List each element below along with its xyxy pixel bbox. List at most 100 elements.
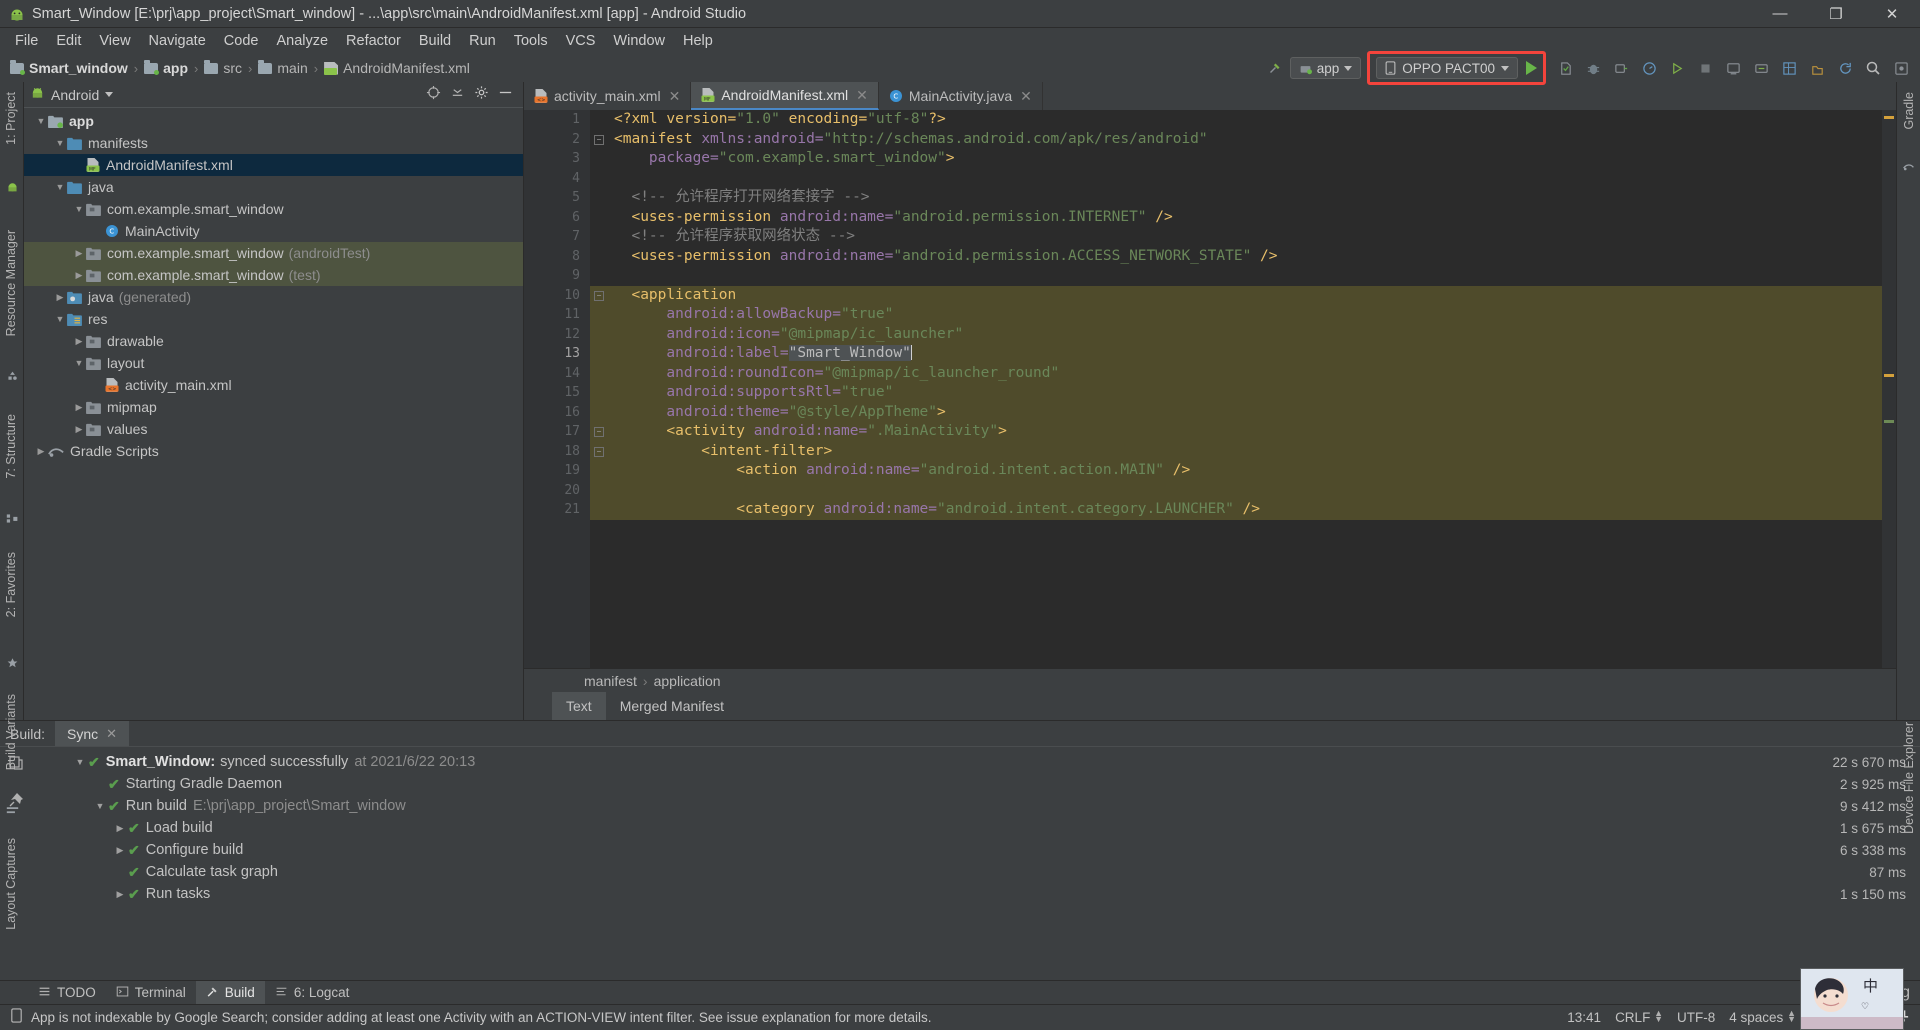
rail-item-gradle[interactable]: Gradle: [1902, 92, 1916, 130]
close-icon[interactable]: ✕: [856, 87, 868, 104]
tree-node-layout[interactable]: ▼ layout: [24, 352, 523, 374]
editor-tab-mainactivity-java[interactable]: C MainActivity.java ✕: [879, 82, 1043, 110]
code-line[interactable]: <action android:name="android.intent.act…: [590, 461, 1882, 481]
line-separator-selector[interactable]: CRLF ▲ ▼: [1615, 1009, 1663, 1026]
tool-window-logcat[interactable]: 6: Logcat: [265, 981, 360, 1004]
line-number[interactable]: 4: [524, 169, 590, 189]
build-row[interactable]: ▶ ✔ Run tasks 1 s 150 ms: [32, 883, 1920, 905]
sync-gradle-icon[interactable]: [1832, 56, 1858, 80]
code-line[interactable]: android:label="Smart_Window": [590, 344, 1882, 364]
warning-marker[interactable]: [1884, 374, 1894, 377]
error-stripe[interactable]: [1882, 110, 1896, 668]
tree-node-drawable[interactable]: ▶ drawable: [24, 330, 523, 352]
tree-node-res[interactable]: ▼ res: [24, 308, 523, 330]
line-number[interactable]: 14: [524, 364, 590, 384]
encoding-selector[interactable]: UTF-8: [1677, 1010, 1715, 1025]
editor-breadcrumb-application[interactable]: application: [654, 673, 721, 689]
tree-toggle-right-icon[interactable]: ▶: [72, 424, 86, 435]
chevron-down-icon[interactable]: [105, 92, 114, 97]
menu-item-help[interactable]: Help: [674, 31, 722, 51]
code-text-area[interactable]: <?xml version="1.0" encoding="utf-8"?> <m…: [590, 110, 1882, 668]
code-line[interactable]: android:theme="@style/AppTheme">: [590, 402, 1882, 422]
build-toggle-right-icon[interactable]: ▶: [112, 823, 128, 834]
tree-node-app[interactable]: ▼ app: [24, 110, 523, 132]
code-line[interactable]: android:icon="@mipmap/ic_launcher": [590, 324, 1882, 344]
rail-item-favorites[interactable]: 2: Favorites: [4, 552, 18, 617]
tool-window-terminal[interactable]: Terminal: [106, 981, 196, 1004]
info-marker[interactable]: [1884, 420, 1894, 423]
menu-item-view[interactable]: View: [90, 31, 139, 51]
build-row[interactable]: ▶ ✔ Configure build 6 s 338 ms: [32, 839, 1920, 861]
tree-node-java[interactable]: ▶ java (generated): [24, 286, 523, 308]
menu-item-code[interactable]: Code: [215, 31, 268, 51]
code-line[interactable]: package="com.example.smart_window">: [590, 149, 1882, 169]
build-toggle-right-icon[interactable]: ▶: [112, 845, 128, 856]
editor-gutter[interactable]: 1 2 3 4 5 6 7 8 9 10 11 12 13 14 15 16 17 18 19 20 21: [524, 110, 590, 668]
attach-debugger-icon[interactable]: [1608, 56, 1634, 80]
tool-window-build[interactable]: Build: [195, 981, 265, 1004]
run-icon[interactable]: [1526, 61, 1537, 75]
menu-item-tools[interactable]: Tools: [505, 31, 557, 51]
code-fold-icon[interactable]: −: [594, 290, 604, 301]
code-line[interactable]: android:roundIcon="@mipmap/ic_launcher_r…: [590, 363, 1882, 383]
breadcrumb-item-file[interactable]: AndroidManifest.xml: [343, 60, 470, 76]
editor-breadcrumb-manifest[interactable]: manifest: [584, 673, 637, 689]
code-line[interactable]: <manifest xmlns:android="http://schemas.…: [590, 130, 1882, 150]
sdk-manager-icon[interactable]: [1748, 56, 1774, 80]
line-number[interactable]: 10: [524, 286, 590, 306]
line-number[interactable]: 5: [524, 188, 590, 208]
editor-tab-bar[interactable]: <> activity_main.xml ✕ MF AndroidManifest.xm…: [524, 82, 1896, 110]
code-line[interactable]: [590, 266, 1882, 286]
code-line[interactable]: [590, 169, 1882, 189]
rail-item-project[interactable]: 1: Project: [4, 92, 18, 145]
code-line[interactable]: android:supportsRtl="true": [590, 383, 1882, 403]
tab-merged-manifest[interactable]: Merged Manifest: [606, 692, 738, 720]
rail-item-device-file-explorer[interactable]: Device File Explorer: [1902, 722, 1916, 834]
line-number[interactable]: 12: [524, 325, 590, 345]
line-number[interactable]: 13: [524, 344, 590, 364]
avd-manager-icon[interactable]: [1720, 56, 1746, 80]
run-coverage-icon[interactable]: [1664, 56, 1690, 80]
editor-tab-activity-main-xml[interactable]: <> activity_main.xml ✕: [524, 82, 692, 110]
code-line[interactable]: <uses-permission android:name="android.p…: [590, 247, 1882, 267]
minimize-button[interactable]: —: [1752, 0, 1808, 27]
indent-selector[interactable]: 4 spaces ▲ ▼: [1729, 1009, 1796, 1026]
line-number[interactable]: 2: [524, 130, 590, 150]
rail-item-structure[interactable]: 7: Structure: [4, 414, 18, 479]
line-number[interactable]: 19: [524, 461, 590, 481]
close-icon[interactable]: ✕: [1020, 88, 1032, 105]
tree-node-java[interactable]: ▼ java: [24, 176, 523, 198]
project-view-selector[interactable]: Android: [51, 87, 99, 103]
tree-toggle-right-icon[interactable]: ▶: [72, 248, 86, 259]
tree-node-mipmap[interactable]: ▶ mipmap: [24, 396, 523, 418]
line-number[interactable]: 20: [524, 481, 590, 501]
code-fold-icon[interactable]: −: [594, 134, 604, 145]
warning-marker[interactable]: [1884, 116, 1894, 119]
breadcrumb-item-src[interactable]: src: [223, 60, 242, 76]
code-line[interactable]: <?xml version="1.0" encoding="utf-8"?>: [590, 110, 1882, 130]
close-icon[interactable]: ✕: [106, 726, 117, 742]
tree-toggle-down-icon[interactable]: ▼: [53, 314, 67, 324]
code-line[interactable]: android:allowBackup="true": [590, 305, 1882, 325]
line-number[interactable]: 9: [524, 266, 590, 286]
tree-toggle-down-icon[interactable]: ▼: [72, 204, 86, 214]
tree-toggle-right-icon[interactable]: ▶: [34, 446, 48, 457]
tree-toggle-down-icon[interactable]: ▼: [34, 116, 48, 126]
close-button[interactable]: ✕: [1864, 0, 1920, 27]
tree-node-mainactivity[interactable]: C MainActivity: [24, 220, 523, 242]
line-number[interactable]: 11: [524, 305, 590, 325]
editor-area[interactable]: 1 2 3 4 5 6 7 8 9 10 11 12 13 14 15 16 17 18 19 20 21 <?xml …: [524, 110, 1896, 668]
tree-toggle-right-icon[interactable]: ▶: [72, 402, 86, 413]
build-output-tree[interactable]: ▼ ✔ Smart_Window: synced successfully at 202…: [32, 747, 1920, 980]
hide-panel-icon[interactable]: [498, 85, 513, 105]
menu-item-file[interactable]: File: [6, 31, 47, 51]
settings-icon[interactable]: [1888, 56, 1914, 80]
line-number[interactable]: 1: [524, 110, 590, 130]
editor-tab-androidmanifest-xml[interactable]: MF AndroidManifest.xml ✕: [691, 82, 879, 110]
build-toggle-down-icon[interactable]: ▼: [92, 801, 108, 811]
line-number[interactable]: 18: [524, 442, 590, 462]
line-number[interactable]: 3: [524, 149, 590, 169]
debug-icon[interactable]: [1580, 56, 1606, 80]
rail-item-resource-manager[interactable]: Resource Manager: [4, 230, 18, 336]
breadcrumb-item-project[interactable]: Smart_window: [29, 60, 128, 76]
